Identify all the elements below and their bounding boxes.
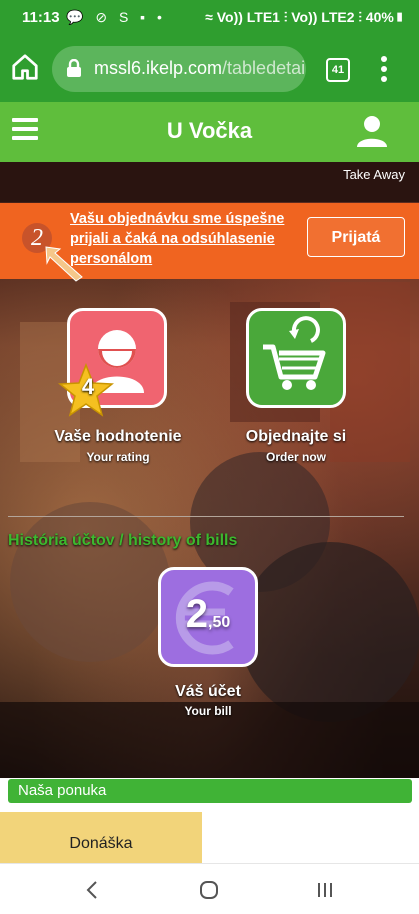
tabs-icon[interactable]: 41 [326, 58, 350, 82]
category-card[interactable]: Donáška [0, 812, 202, 863]
app-header: U Vočka [0, 102, 419, 162]
bill-history-link[interactable]: História účtov / history of bills [8, 532, 237, 550]
bill-amount-decimal: ,50 [208, 614, 231, 631]
order-status-banner: 2 Vašu objednávku sme úspešne prijali a … [0, 203, 419, 282]
bill-amount: 2,50 [161, 592, 255, 637]
bill-sub: Your bill [184, 704, 232, 718]
bill-amount-main: 2 [185, 592, 208, 636]
rating-badge-value: 4 [81, 374, 95, 399]
status-bar: 11:13 💬 ⊘ S ▪ • ≈ Vo)) LTE1 ⫶ Vo)) LTE2 … [0, 0, 419, 36]
recents-icon[interactable] [310, 878, 340, 902]
more-vert-icon[interactable] [374, 54, 394, 84]
offer-title: Naša ponuka [18, 782, 107, 799]
back-icon[interactable] [78, 878, 108, 902]
home-icon[interactable] [10, 52, 40, 82]
order-label[interactable]: Objednajte si [210, 428, 382, 446]
url-path: /tabledetai [222, 58, 306, 78]
order-tile[interactable] [246, 308, 346, 408]
status-time: 11:13 [22, 9, 60, 26]
rating-label[interactable]: Vaše hodnotenie [30, 428, 206, 446]
notification-icons: 💬 ⊘ S ▪ • [66, 9, 166, 25]
url-field[interactable]: mssl6.ikelp.com/tabledetai [52, 46, 306, 92]
takeaway-label: Take Away [343, 167, 405, 182]
status-button[interactable]: Prijatá [307, 217, 405, 257]
rating-sub: Your rating [86, 450, 150, 464]
home-nav-icon[interactable] [194, 878, 224, 902]
browser-toolbar: mssl6.ikelp.com/tabledetai 41 [0, 36, 419, 102]
cart-icon [263, 316, 326, 390]
bill-label[interactable]: Váš účet [120, 683, 296, 701]
offer-header: Naša ponuka [8, 779, 412, 803]
divider [8, 516, 404, 517]
url-host: mssl6.ikelp.com [94, 58, 223, 78]
bill-tile[interactable]: 2,50 [158, 567, 258, 667]
order-sub: Order now [265, 450, 326, 464]
status-right: ≈ Vo)) LTE1 ⫶ Vo)) LTE2 ⫶ 40%▮ [205, 9, 405, 25]
lock-icon [67, 59, 81, 77]
user-icon[interactable] [356, 114, 388, 148]
order-status-text[interactable]: Vašu objednávku sme úspešne prijali a ča… [70, 209, 300, 269]
category-label: Donáška [69, 835, 133, 852]
url-text: mssl6.ikelp.com/tabledetai [94, 58, 305, 79]
system-nav-bar [0, 863, 419, 914]
